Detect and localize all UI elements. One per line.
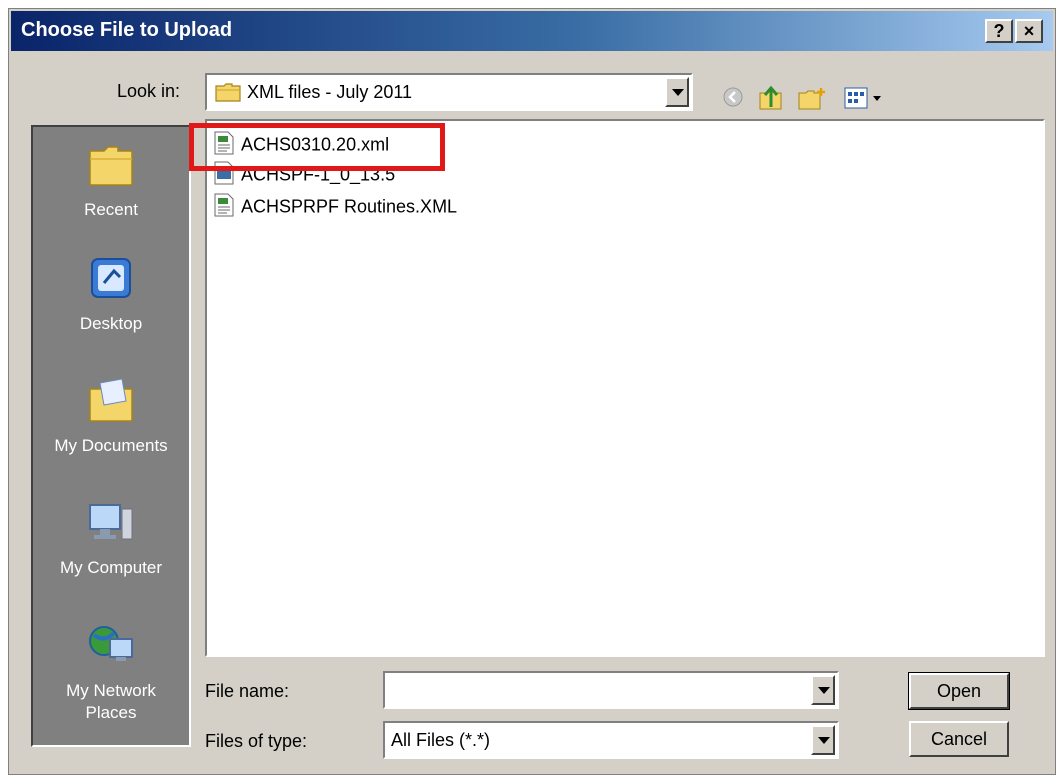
- network-icon: [33, 621, 189, 674]
- desktop-icon: [33, 255, 189, 308]
- place-label: My Network Places: [66, 681, 156, 722]
- place-label: Recent: [84, 200, 138, 219]
- view-menu-icon[interactable]: [843, 85, 887, 116]
- place-label: My Computer: [59, 558, 163, 577]
- back-icon[interactable]: [721, 85, 745, 114]
- look-in-label: Look in:: [117, 81, 181, 101]
- place-my-network-places[interactable]: My Network Places: [33, 621, 189, 724]
- file-item-achsprpf-routines[interactable]: ACHSPRPF Routines.XML: [213, 193, 457, 221]
- close-button[interactable]: ×: [1015, 19, 1043, 43]
- place-my-documents[interactable]: My Documents: [33, 377, 189, 456]
- places-bar: Recent Desktop My Documents My Computer …: [31, 125, 191, 747]
- place-recent[interactable]: Recent: [33, 141, 189, 220]
- title-bar: Choose File to Upload ? ×: [11, 11, 1053, 51]
- file-name-label: File name:: [205, 681, 290, 701]
- cancel-button[interactable]: Cancel: [909, 721, 1009, 757]
- place-label: Desktop: [79, 314, 143, 333]
- highlight-box: [189, 123, 445, 171]
- file-type-dropdown-arrow[interactable]: [811, 725, 835, 755]
- file-type-value: All Files (*.*): [391, 730, 491, 750]
- choose-file-dialog: Choose File to Upload ? × Look in: XML f…: [8, 8, 1056, 775]
- my-documents-icon: [33, 377, 189, 430]
- help-button[interactable]: ?: [985, 19, 1013, 43]
- look-in-dropdown[interactable]: XML files - July 2011: [205, 73, 693, 111]
- file-name: ACHSPRPF Routines.XML: [241, 196, 458, 217]
- file-name-input[interactable]: [383, 671, 839, 709]
- file-name-dropdown-arrow[interactable]: [811, 675, 835, 705]
- folder-icon: [33, 141, 189, 194]
- my-computer-icon: [33, 499, 189, 552]
- open-button[interactable]: Open: [908, 672, 1010, 710]
- file-type-label: Files of type:: [205, 731, 308, 751]
- folder-icon: [215, 82, 241, 107]
- look-in-value: XML files - July 2011: [247, 82, 413, 102]
- place-my-computer[interactable]: My Computer: [33, 499, 189, 578]
- new-folder-icon[interactable]: [797, 85, 827, 116]
- file-list[interactable]: ACHS0310.20.xml ACHSPF-1_0_13.5 ACHSPRPF…: [205, 119, 1045, 657]
- up-folder-icon[interactable]: [757, 85, 785, 116]
- file-type-dropdown[interactable]: All Files (*.*): [383, 721, 839, 759]
- place-label: My Documents: [54, 436, 168, 455]
- window-title: Choose File to Upload: [21, 19, 233, 41]
- look-in-dropdown-arrow[interactable]: [665, 77, 689, 107]
- xml-file-icon: [213, 193, 235, 222]
- place-desktop[interactable]: Desktop: [33, 255, 189, 334]
